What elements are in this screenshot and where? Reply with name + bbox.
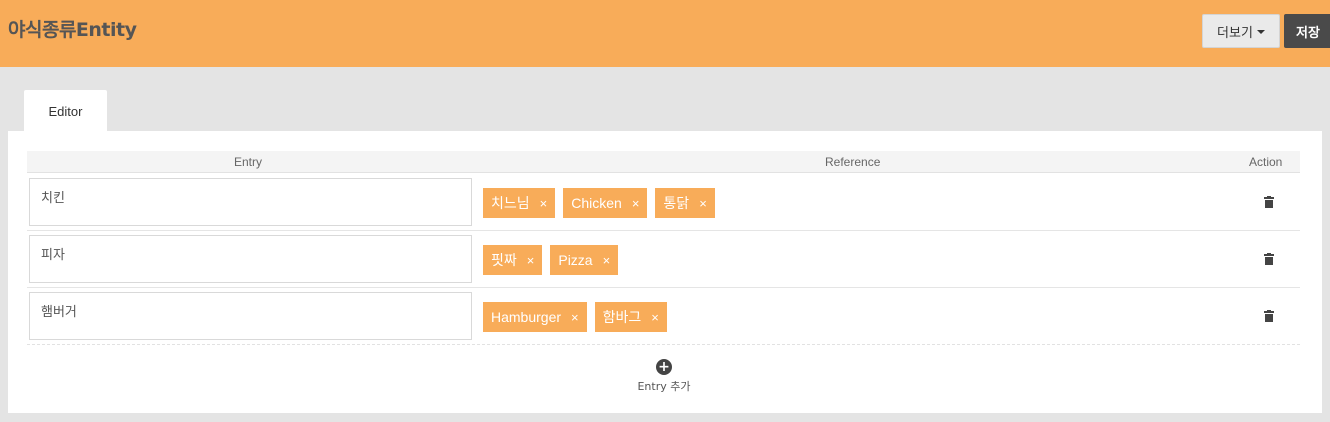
reference-tag: 함바그 × (594, 302, 667, 332)
page-title: 야식종류Entity (8, 19, 137, 41)
trash-icon[interactable] (1264, 253, 1274, 265)
add-entry-button[interactable]: + Entry 추가 (624, 359, 704, 395)
caret-down-icon (1256, 30, 1265, 34)
remove-tag-button[interactable]: × (632, 196, 640, 211)
reference-tag: 핏짜 × (483, 245, 543, 275)
reference-tag: Hamburger × (483, 302, 587, 332)
header-bar: 야식종류Entity 더보기 저장 (0, 0, 1330, 67)
more-button-label: 더보기 (1217, 25, 1253, 41)
trash-icon[interactable] (1264, 310, 1274, 322)
add-entry-label: Entry 추가 (637, 380, 691, 393)
column-header-action: Action (1249, 155, 1283, 169)
entry-input[interactable]: 햄버거 (29, 292, 472, 340)
table-row: 치킨 치느님 × Chicken × 통닭 × (27, 174, 1300, 231)
reference-tag-label: 통닭 (663, 195, 690, 211)
reference-tags: 치느님 × Chicken × 통닭 × (483, 188, 715, 218)
reference-tag-label: Pizza (558, 252, 593, 268)
reference-tag-label: 치느님 (491, 195, 530, 211)
save-button[interactable]: 저장 (1284, 14, 1330, 48)
remove-tag-button[interactable]: × (540, 196, 548, 211)
trash-icon[interactable] (1264, 196, 1274, 208)
column-header-entry: Entry (234, 155, 263, 169)
reference-tags: 핏짜 × Pizza × (483, 245, 619, 275)
plus-circle-icon: + (656, 359, 672, 375)
reference-tag-label: Hamburger (491, 309, 562, 325)
table-row: 햄버거 Hamburger × 함바그 × (27, 288, 1300, 345)
remove-tag-button[interactable]: × (571, 310, 579, 325)
table-row: 피자 핏짜 × Pizza × (27, 231, 1300, 288)
reference-tag: Pizza × (550, 245, 619, 275)
entry-input[interactable]: 치킨 (29, 178, 472, 226)
reference-tag: 치느님 × (483, 188, 556, 218)
reference-tag: Chicken × (563, 188, 648, 218)
remove-tag-button[interactable]: × (527, 253, 535, 268)
reference-tags: Hamburger × 함바그 × (483, 302, 667, 332)
remove-tag-button[interactable]: × (699, 196, 707, 211)
column-header-reference: Reference (825, 155, 881, 169)
entry-input[interactable]: 피자 (29, 235, 472, 283)
remove-tag-button[interactable]: × (603, 253, 611, 268)
table-header: Entry Reference Action (27, 151, 1300, 173)
tab-editor[interactable]: Editor (24, 90, 107, 132)
reference-tag-label: 핏짜 (491, 252, 517, 268)
reference-tag-label: Chicken (571, 195, 622, 211)
remove-tag-button[interactable]: × (651, 310, 659, 325)
more-dropdown-button[interactable]: 더보기 (1202, 14, 1280, 48)
reference-tag-label: 함바그 (602, 309, 642, 325)
reference-tag: 통닭 × (655, 188, 715, 218)
